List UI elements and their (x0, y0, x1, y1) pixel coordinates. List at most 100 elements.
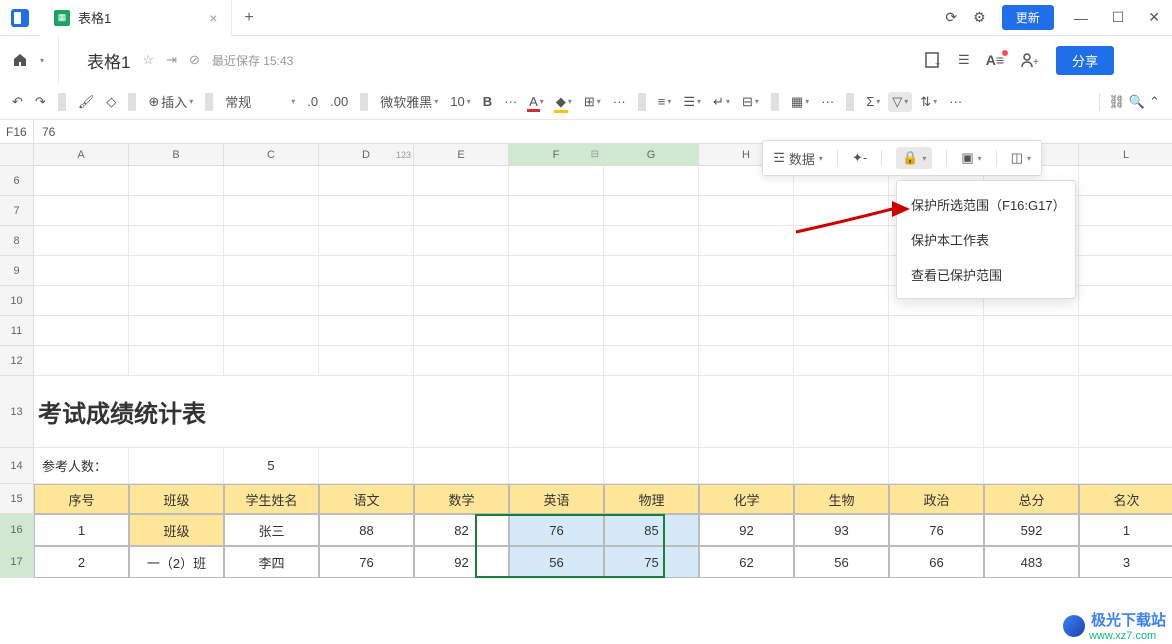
insert-button[interactable]: ⊕ 插入 ▾ (144, 90, 197, 113)
cell[interactable] (224, 286, 319, 316)
link-icon[interactable]: ⛓ (1108, 94, 1125, 110)
cell[interactable] (699, 226, 794, 256)
cell[interactable] (1079, 166, 1172, 196)
cell[interactable] (414, 316, 509, 346)
menu-protect-selection[interactable]: 保护所选范围（F16:G17） (897, 187, 1075, 222)
cell[interactable] (1079, 376, 1172, 448)
column-header[interactable]: D123 (319, 144, 414, 166)
cell[interactable] (1079, 256, 1172, 286)
select-all-corner[interactable] (0, 144, 34, 166)
cell[interactable] (319, 256, 414, 286)
cell[interactable] (1079, 346, 1172, 376)
align-button[interactable]: ≡ ▾ (654, 92, 676, 111)
cell[interactable] (34, 256, 129, 286)
cell[interactable] (34, 346, 129, 376)
cell[interactable] (794, 286, 889, 316)
cell[interactable] (699, 316, 794, 346)
cell[interactable]: 92 (699, 514, 794, 546)
cell[interactable] (984, 448, 1079, 484)
cell[interactable] (34, 166, 129, 196)
chevron-down-icon[interactable]: ▾ (287, 95, 299, 108)
cell[interactable]: 语文 (319, 484, 414, 514)
cell[interactable] (794, 316, 889, 346)
sort-button[interactable]: ⇅ ▾ (916, 92, 941, 112)
cell[interactable] (699, 376, 794, 448)
chevron-down-icon[interactable]: ▾ (40, 56, 44, 65)
cell[interactable] (414, 256, 509, 286)
cell[interactable]: 66 (889, 546, 984, 578)
cell[interactable]: 56 (509, 546, 604, 578)
cell[interactable]: 物理 (604, 484, 699, 514)
cell[interactable]: 化学 (699, 484, 794, 514)
cell[interactable] (319, 196, 414, 226)
row-header[interactable]: 11 (0, 316, 34, 346)
column-header[interactable]: G (604, 144, 699, 166)
menu-icon[interactable]: ☰ (958, 52, 970, 68)
cell[interactable] (129, 166, 224, 196)
cell[interactable]: 政治 (889, 484, 984, 514)
font-color-button[interactable]: A ▾ (525, 92, 548, 111)
cell[interactable] (414, 376, 509, 448)
row-header[interactable]: 8 (0, 226, 34, 256)
cell[interactable]: 英语 (509, 484, 604, 514)
more-icon[interactable]: ··· (609, 92, 630, 111)
search-icon[interactable]: 🔍 (1129, 94, 1145, 110)
merge-button[interactable]: ⊟ ▾ (738, 92, 763, 112)
layout-button[interactable]: ◫ ▾ (1011, 150, 1031, 166)
image-button[interactable]: ▣ ▾ (961, 150, 981, 166)
cell[interactable]: 学生姓名 (224, 484, 319, 514)
cell[interactable]: 93 (794, 514, 889, 546)
bold-button[interactable]: B (479, 92, 496, 111)
column-header[interactable]: A (34, 144, 129, 166)
redo-icon[interactable]: ↷ (31, 92, 50, 112)
cell[interactable] (1079, 316, 1172, 346)
cell[interactable]: 总分 (984, 484, 1079, 514)
cell[interactable] (319, 286, 414, 316)
cell[interactable]: 5 (224, 448, 319, 484)
cell[interactable] (699, 448, 794, 484)
wrap-button[interactable]: ↵ ▾ (709, 92, 734, 112)
column-header[interactable]: C (224, 144, 319, 166)
cell[interactable]: 班级 (129, 514, 224, 546)
cell[interactable] (604, 226, 699, 256)
cell[interactable]: 75 (604, 546, 699, 578)
cell[interactable]: 76 (509, 514, 604, 546)
clear-format-icon[interactable]: ◇ (102, 92, 120, 112)
cell[interactable] (319, 166, 414, 196)
increase-decimal[interactable]: .00 (326, 92, 352, 111)
settings-icon[interactable]: ⚙ (965, 9, 994, 26)
cell[interactable] (509, 286, 604, 316)
cell[interactable] (129, 196, 224, 226)
cell[interactable] (509, 226, 604, 256)
cell[interactable] (794, 376, 889, 448)
lock-button[interactable]: 🔒 ▾ (896, 147, 932, 169)
cell[interactable]: 考试成绩统计表 (34, 376, 414, 448)
decrease-decimal[interactable]: .0 (303, 92, 322, 111)
cell[interactable] (794, 256, 889, 286)
cell[interactable] (889, 376, 984, 448)
minimize-button[interactable]: — (1062, 10, 1100, 26)
cell[interactable] (414, 286, 509, 316)
cell[interactable] (794, 346, 889, 376)
cell[interactable] (604, 256, 699, 286)
cell[interactable] (414, 346, 509, 376)
cell[interactable] (34, 316, 129, 346)
cell[interactable]: 张三 (224, 514, 319, 546)
cell[interactable] (129, 346, 224, 376)
cell[interactable]: 名次 (1079, 484, 1172, 514)
column-header[interactable]: F⊟ (509, 144, 604, 166)
cell[interactable] (414, 226, 509, 256)
cell[interactable]: 参考人数： (34, 448, 129, 484)
fill-color-button[interactable]: ◆ ▾ (552, 92, 576, 112)
cell[interactable] (889, 346, 984, 376)
collaborate-icon[interactable]: + (1020, 51, 1040, 69)
cell[interactable] (889, 448, 984, 484)
cell[interactable] (414, 448, 509, 484)
move-icon[interactable]: ⇥ (166, 52, 177, 68)
cell[interactable] (604, 346, 699, 376)
cell[interactable] (604, 196, 699, 226)
cell[interactable] (129, 286, 224, 316)
cell[interactable] (699, 256, 794, 286)
cell[interactable]: 3 (1079, 546, 1172, 578)
export-icon[interactable]: + (924, 51, 942, 69)
